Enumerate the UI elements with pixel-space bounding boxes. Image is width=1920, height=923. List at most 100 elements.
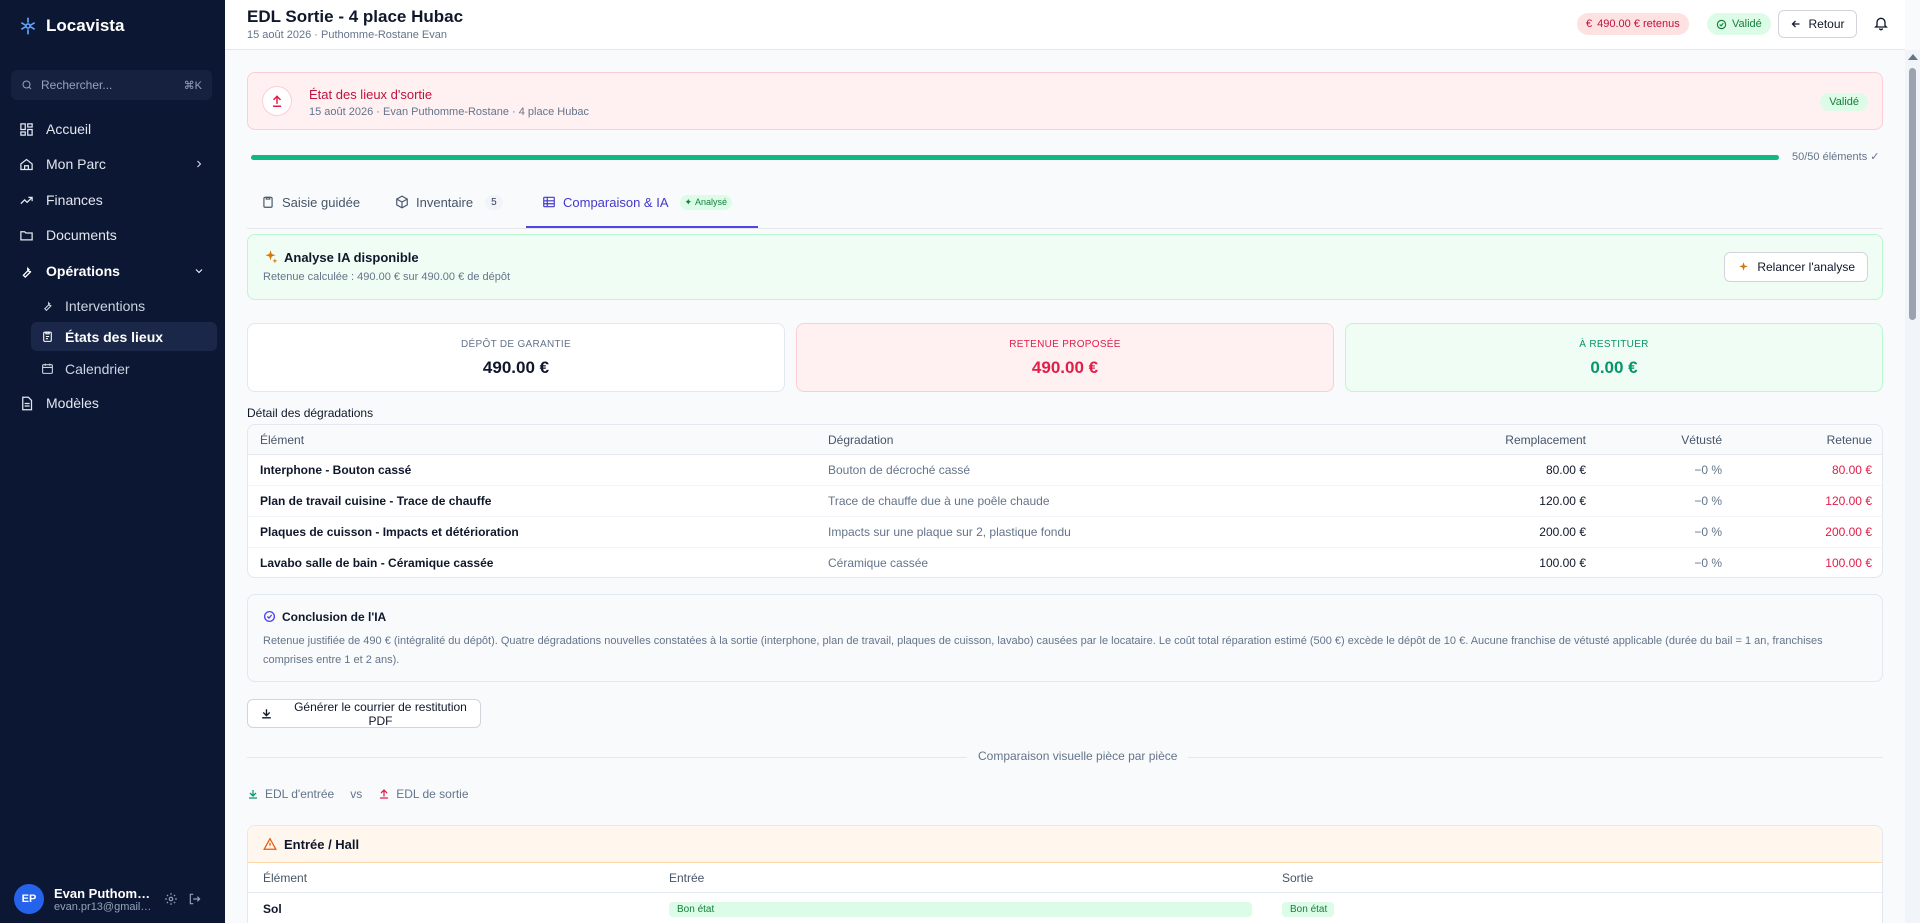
ai-analysis-panel: Analyse IA disponible Retenue calculée :… [247,234,1883,300]
page-subtitle: 15 août 2026 · Puthomme-Rostane Evan [247,29,447,41]
row-vetuste: −0 % [1694,525,1722,539]
exit-state-badge: Bon état [1282,902,1334,917]
tab-inventory[interactable]: Inventaire 5 [395,190,503,214]
nav-modeles-label: Modèles [46,395,99,411]
rerun-analysis-button[interactable]: Relancer l'analyse [1724,252,1868,282]
nav-mon-parc-label: Mon Parc [46,156,106,172]
nav-interventions[interactable]: Interventions [31,291,217,320]
conclusion-text: Retenue justifiée de 490 € (intégralité … [263,635,1823,666]
tab-guided[interactable]: Saisie guidée [261,190,360,214]
nav-documents[interactable]: Documents [9,220,217,250]
box-icon [396,195,408,209]
table-row: Lavabo salle de bain - Céramique cassée … [248,548,1882,577]
chevron-right-icon [197,160,202,168]
col-element: Élément [260,433,305,447]
row-degradation: Impacts sur une plaque sur 2, plastique … [828,525,1071,539]
edl-banner: État des lieux d'sortie 15 août 2026 · E… [247,72,1883,130]
row-replacement: 80.00 € [1545,463,1586,477]
page-header: EDL Sortie - 4 place Hubac 15 août 2026 … [225,0,1905,50]
ai-subtitle: Retenue calculée : 490.00 € sur 490.00 €… [263,271,511,283]
user-name: Evan Puthomme-Rostane [54,885,154,901]
wrench-icon [22,266,32,278]
exit-legend-label: EDL de sortie [396,787,469,801]
main-content: État des lieux d'sortie 15 août 2026 · E… [225,50,1905,923]
bell-icon[interactable] [1873,15,1889,31]
nav-finances[interactable]: Finances [9,185,217,215]
room-title: Entrée / Hall [284,837,360,852]
upload-icon [380,789,389,799]
proposed-retention-card: RETENUE PROPOSÉE 490.00 € [796,323,1334,392]
tab-comparison-badge-label: Analysé [695,197,728,207]
deposit-value: 490.00 € [482,358,550,377]
nav-operations-label: Opérations [46,263,120,279]
chevron-down-icon [195,269,203,274]
row-element: Interphone - Bouton cassé [260,463,412,477]
nav-operations[interactable]: Opérations [9,256,217,286]
generate-pdf-label: Générer le courrier de restitution PDF [294,699,467,728]
nav-accueil[interactable]: Accueil [9,114,217,144]
arrow-left-icon [1792,20,1800,28]
banner-title: État des lieux d'sortie [309,87,433,102]
tab-inventory-label: Inventaire [416,194,474,210]
scroll-up-arrow[interactable] [1908,54,1918,60]
room-header[interactable] [248,826,1882,863]
nav-calendrier[interactable]: Calendrier [31,354,217,383]
row-vetuste: −0 % [1694,463,1722,477]
room-divider [248,892,1882,893]
nav-mon-parc[interactable]: Mon Parc [9,149,217,179]
search-icon [22,80,32,90]
row-retenue: 100.00 € [1825,556,1872,570]
avatar[interactable]: EP [14,884,44,914]
tab-comparison-badge: ✦ Analysé [679,194,733,210]
search-placeholder: Rechercher... [41,78,113,92]
banner-subtitle: 15 août 2026 · Evan Puthomme-Rostane · 4… [309,106,590,118]
ai-conclusion: Conclusion de l'IA Retenue justifiée de … [247,594,1883,682]
app-name: Locavista [46,16,125,35]
tab-inventory-count: 5 [485,194,503,210]
back-button[interactable]: Retour [1778,10,1857,38]
row-retenue: 120.00 € [1825,494,1872,508]
damages-title: Détail des dégradations [247,406,374,420]
scrollbar-thumb[interactable] [1909,68,1916,320]
deposit-label: DÉPÔT DE GARANTIE [461,339,571,350]
room-col-exit: Sortie [1282,871,1314,885]
tab-comparison[interactable]: Comparaison & IA ✦ Analysé [542,190,733,214]
tab-guided-label: Saisie guidée [282,194,361,210]
row-degradation: Bouton de décroché cassé [828,463,971,477]
warning-icon [263,837,277,850]
folder-icon [20,230,33,240]
user-email: evan.pr13@gmail.com [54,900,154,913]
room-col-entry: Entrée [669,871,705,885]
table-header [248,425,1882,455]
retained-badge: € 490.00 € retenus [1577,13,1689,35]
refund-label: À RESTITUER [1579,339,1649,350]
nav-etats-des-lieux[interactable]: États des lieux [31,322,217,351]
generate-pdf-button[interactable]: Générer le courrier de restitution PDF [247,699,481,728]
sparkles-icon [1739,261,1749,271]
row-replacement: 200.00 € [1539,525,1586,539]
table-row: Plan de travail cuisine - Trace de chauf… [248,486,1882,517]
scrollbar[interactable] [1905,50,1920,923]
entry-state-badge: Bon état [669,902,1252,917]
table-row: Plaques de cuisson - Impacts et détérior… [248,517,1882,548]
brand[interactable]: Locavista [18,16,124,36]
col-replacement: Remplacement [1505,433,1586,447]
col-degradation: Dégradation [828,433,894,447]
row-degradation: Trace de chauffe due à une poêle chaude [828,494,1050,508]
download-icon [249,790,257,799]
sparkle-icon: ✦ [684,196,693,207]
search-input[interactable]: Rechercher... ⌘K [11,70,212,100]
status-badge-label: Validé [1732,18,1762,30]
tab-comparison-label: Comparaison & IA [563,194,669,210]
progress-fill [251,155,1779,160]
nav-etats-des-lieux-label: États des lieux [65,328,164,345]
nav-modeles[interactable]: Modèles [9,388,217,418]
row-vetuste: −0 % [1694,556,1722,570]
calendar-icon [42,363,53,374]
refund-value: 0.00 € [1590,358,1638,377]
back-button-label: Retour [1808,17,1845,31]
col-vetuste: Vétusté [1681,433,1722,447]
logout-icon[interactable] [188,892,202,906]
settings-icon[interactable] [164,892,178,906]
upload-icon [262,86,292,116]
